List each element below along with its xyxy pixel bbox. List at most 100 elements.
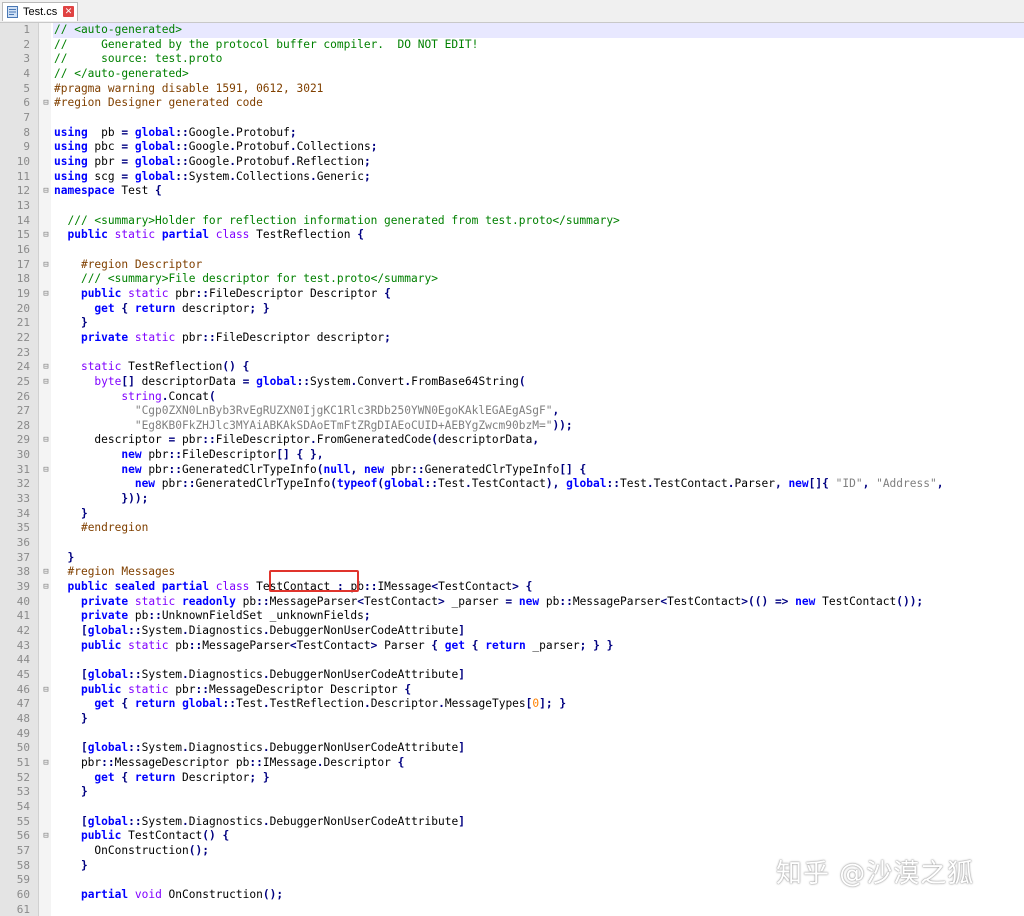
code-text: #endregion (80, 521, 149, 535)
code-line[interactable]: 45 [global::System.Diagnostics.DebuggerN… (0, 668, 1024, 683)
code-line[interactable]: 6 ⊟ #region Designer generated code (0, 96, 1024, 111)
code-line[interactable]: 36 (0, 536, 1024, 551)
line-number: 46 (16, 682, 30, 696)
code-line[interactable]: 27 "Cgp0ZXN0LnByb3RvEgRUZXN0IjgKC1Rlc3RD… (0, 404, 1024, 419)
code-line[interactable]: 40 private static readonly pb::MessagePa… (0, 595, 1024, 610)
code-line[interactable]: 35 #endregion (0, 521, 1024, 536)
code-line[interactable]: 61 (0, 903, 1024, 916)
code-line[interactable]: 12 ⊟ namespace Test { (0, 184, 1024, 199)
code-line[interactable]: 10 using pbr = global::Google.Protobuf.Re… (0, 155, 1024, 170)
code-text: [global::System.Diagnostics.DebuggerNonU… (80, 668, 465, 682)
code-line[interactable]: 51 ⊟ pbr::MessageDescriptor pb::IMessage.… (0, 756, 1024, 771)
line-number: 9 (23, 140, 30, 154)
code-line[interactable]: 20 get { return descriptor; } (0, 302, 1024, 317)
code-text: static TestReflection() { (80, 360, 250, 374)
code-text: byte[] descriptorData = global::System.C… (94, 374, 526, 388)
code-line[interactable]: 42 [global::System.Diagnostics.DebuggerN… (0, 624, 1024, 639)
code-line[interactable]: 13 (0, 199, 1024, 214)
code-line[interactable]: 31 ⊟ new pbr::GeneratedClrTypeInfo(null, … (0, 463, 1024, 478)
fold-toggle-icon[interactable]: ⊟ (41, 375, 51, 390)
code-line[interactable]: 2 // Generated by the protocol buffer com… (0, 38, 1024, 53)
code-line[interactable]: 38 ⊟ #region Messages (0, 565, 1024, 580)
fold-toggle-icon[interactable]: ⊟ (41, 258, 51, 273)
code-line[interactable]: 44 (0, 653, 1024, 668)
code-line[interactable]: 49 (0, 727, 1024, 742)
code-line[interactable]: 26 string.Concat( (0, 390, 1024, 405)
fold-toggle-icon[interactable]: ⊟ (41, 287, 51, 302)
code-line[interactable]: 5 #pragma warning disable 1591, 0612, 302… (0, 82, 1024, 97)
code-text: // Generated by the protocol buffer comp… (54, 37, 479, 51)
line-number: 31 (16, 462, 30, 476)
code-text: #pragma warning disable 1591, 0612, 3021 (54, 81, 324, 95)
fold-toggle-icon[interactable]: ⊟ (41, 756, 51, 771)
code-line[interactable]: 60 partial void OnConstruction(); (0, 888, 1024, 903)
code-line[interactable]: 15 ⊟ public static partial class TestRefl… (0, 228, 1024, 243)
code-line[interactable]: 24 ⊟ static TestReflection() { (0, 360, 1024, 375)
code-line[interactable]: 46 ⊟ public static pbr::MessageDescriptor… (0, 683, 1024, 698)
code-text: #region Descriptor (80, 257, 203, 271)
line-number: 36 (16, 536, 30, 550)
fold-toggle-icon[interactable]: ⊟ (41, 228, 51, 243)
fold-toggle-icon[interactable]: ⊟ (41, 463, 51, 478)
code-line[interactable]: 29 ⊟ descriptor = pbr::FileDescriptor.Fro… (0, 433, 1024, 448)
code-line[interactable]: 9 using pbc = global::Google.Protobuf.Col… (0, 140, 1024, 155)
tab-label: Test.cs (23, 6, 58, 18)
line-number: 28 (16, 418, 30, 432)
code-line[interactable]: 18 /// <summary>File descriptor for test… (0, 272, 1024, 287)
code-line[interactable]: 39 ⊟ public sealed partial class TestCont… (0, 580, 1024, 595)
code-line[interactable]: 17 ⊟ #region Descriptor (0, 258, 1024, 273)
code-line[interactable]: 25 ⊟ byte[] descriptorData = global::Syst… (0, 375, 1024, 390)
code-editor[interactable]: 1 // <auto-generated> 2 // Generated by the… (0, 23, 1024, 916)
code-line[interactable]: 52 get { return Descriptor; } (0, 771, 1024, 786)
fold-toggle-icon[interactable]: ⊟ (41, 360, 51, 375)
code-line[interactable]: 4 // </auto-generated> (0, 67, 1024, 82)
code-text: /// <summary>File descriptor for test.pr… (80, 272, 438, 286)
code-text: public static pbr::MessageDescriptor Des… (80, 682, 412, 696)
code-text: #region Messages (67, 565, 176, 579)
line-number: 5 (23, 81, 30, 95)
code-line[interactable]: 1 // <auto-generated> (0, 23, 1024, 38)
code-line[interactable]: 43 public static pb::MessageParser<TestC… (0, 639, 1024, 654)
code-line[interactable]: 34 } (0, 507, 1024, 522)
fold-toggle-icon[interactable]: ⊟ (41, 580, 51, 595)
code-line[interactable]: 14 /// <summary>Holder for reflection in… (0, 214, 1024, 229)
fold-toggle-icon[interactable]: ⊟ (41, 683, 51, 698)
code-line[interactable]: 33 })); (0, 492, 1024, 507)
code-text: using pbr = global::Google.Protobuf.Refl… (54, 154, 371, 168)
code-line[interactable]: 50 [global::System.Diagnostics.DebuggerN… (0, 741, 1024, 756)
code-line[interactable]: 53 } (0, 785, 1024, 800)
code-line[interactable]: 8 using pb = global::Google.Protobuf; (0, 126, 1024, 141)
code-text: public static pbr::FileDescriptor Descri… (80, 286, 391, 300)
code-line[interactable]: 7 (0, 111, 1024, 126)
code-line[interactable]: 23 (0, 346, 1024, 361)
code-line[interactable]: 28 "Eg8KB0FkZHJlc3MYAiABKAkSDAoETmFtZRgD… (0, 419, 1024, 434)
line-number: 29 (16, 433, 30, 447)
line-number: 10 (16, 154, 30, 168)
code-line[interactable]: 3 // source: test.proto (0, 52, 1024, 67)
code-line[interactable]: 56 ⊟ public TestContact() { (0, 829, 1024, 844)
line-number: 48 (16, 712, 30, 726)
code-line[interactable]: 16 (0, 243, 1024, 258)
fold-toggle-icon[interactable]: ⊟ (41, 184, 51, 199)
code-line[interactable]: 21 } (0, 316, 1024, 331)
code-line[interactable]: 32 new pbr::GeneratedClrTypeInfo(typeof(… (0, 477, 1024, 492)
fold-toggle-icon[interactable]: ⊟ (41, 829, 51, 844)
code-line[interactable]: 37 } (0, 551, 1024, 566)
fold-toggle-icon[interactable]: ⊟ (41, 565, 51, 580)
code-line[interactable]: 22 private static pbr::FileDescriptor de… (0, 331, 1024, 346)
code-line[interactable]: 41 private pb::UnknownFieldSet _unknownF… (0, 609, 1024, 624)
code-line[interactable]: 55 [global::System.Diagnostics.DebuggerN… (0, 815, 1024, 830)
code-line[interactable]: 48 } (0, 712, 1024, 727)
line-number: 39 (16, 580, 30, 594)
close-icon[interactable]: ✕ (63, 6, 74, 17)
code-line[interactable]: 30 new pbr::FileDescriptor[] { }, (0, 448, 1024, 463)
tab-test-cs[interactable]: Test.cs ✕ (2, 2, 78, 21)
fold-toggle-icon[interactable]: ⊟ (41, 96, 51, 111)
fold-toggle-icon[interactable]: ⊟ (41, 433, 51, 448)
code-line[interactable]: 11 using scg = global::System.Collections… (0, 170, 1024, 185)
code-line[interactable]: 54 (0, 800, 1024, 815)
line-number: 26 (16, 389, 30, 403)
code-line[interactable]: 19 ⊟ public static pbr::FileDescriptor De… (0, 287, 1024, 302)
code-line[interactable]: 47 get { return global::Test.TestReflect… (0, 697, 1024, 712)
code-text: OnConstruction(); (54, 843, 209, 857)
